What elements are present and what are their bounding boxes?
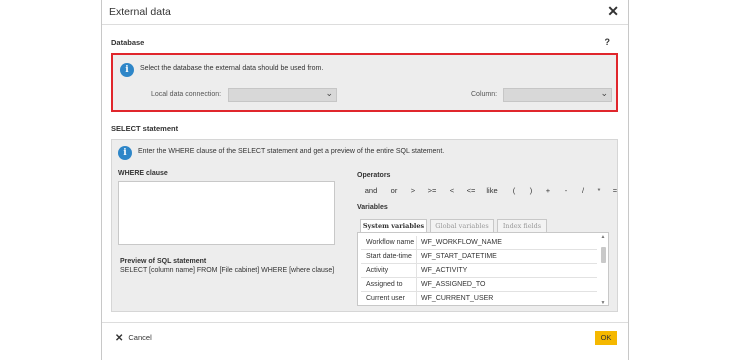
- column-label: Column:: [471, 91, 498, 98]
- scroll-up-icon[interactable]: ▲: [600, 234, 606, 240]
- variable-row[interactable]: Assigned to WF_ASSIGNED_TO: [361, 278, 597, 292]
- close-icon: ✕: [115, 333, 124, 344]
- operator-plus[interactable]: +: [546, 186, 550, 195]
- variable-name: Assigned to: [366, 281, 403, 288]
- select-statement-section-label: SELECT statement: [111, 124, 179, 133]
- variable-row[interactable]: Activity WF_ACTIVITY: [361, 264, 597, 278]
- local-data-connection-select[interactable]: ⌄: [228, 88, 337, 102]
- scroll-down-icon[interactable]: ▼: [600, 300, 606, 306]
- operator-minus[interactable]: -: [565, 186, 568, 195]
- operators-bar: and or > >= < <= like ( ) + - / * =: [357, 186, 617, 198]
- database-info-text: Select the database the external data sh…: [140, 65, 324, 72]
- scrollbar-thumb[interactable]: [601, 247, 606, 263]
- operator-open-paren[interactable]: (: [513, 186, 516, 195]
- cancel-button[interactable]: ✕ Cancel: [115, 333, 152, 344]
- variable-name: Workflow name: [366, 239, 415, 246]
- local-data-connection-label: Local data connection:: [151, 91, 222, 98]
- operator-like[interactable]: like: [486, 186, 497, 195]
- close-icon[interactable]: ✕: [607, 3, 619, 20]
- variable-name: Start date-time: [366, 253, 412, 260]
- variable-row[interactable]: Start date-time WF_START_DATETIME: [361, 250, 597, 264]
- tab-index-fields[interactable]: Index fields: [497, 219, 547, 233]
- variable-value: WF_START_DATETIME: [421, 253, 497, 260]
- cancel-label: Cancel: [128, 333, 152, 342]
- database-panel: i Select the database the external data …: [111, 53, 618, 112]
- column-select[interactable]: ⌄: [503, 88, 612, 102]
- variable-value: WF_ASSIGNED_TO: [421, 281, 486, 288]
- operator-and[interactable]: and: [365, 186, 378, 195]
- ok-button[interactable]: OK: [595, 331, 617, 345]
- operators-label: Operators: [357, 172, 391, 179]
- database-section-label: Database: [111, 38, 145, 47]
- select-statement-panel: i Enter the WHERE clause of the SELECT s…: [111, 139, 618, 312]
- tab-global-variables[interactable]: Global variables: [430, 219, 494, 233]
- variables-list: Workflow name WF_WORKFLOW_NAME Start dat…: [357, 232, 609, 306]
- where-clause-input[interactable]: [118, 181, 335, 245]
- info-icon: i: [118, 146, 132, 160]
- external-data-dialog: External data ✕ Database ? i Select the …: [101, 0, 629, 360]
- info-icon: i: [120, 63, 134, 77]
- operator-greater[interactable]: >: [411, 186, 415, 195]
- operator-or[interactable]: or: [391, 186, 398, 195]
- variable-name: Activity: [366, 267, 389, 274]
- column-divider: [416, 292, 417, 305]
- variable-row[interactable]: Workflow name WF_WORKFLOW_NAME: [361, 236, 597, 250]
- dialog-title: External data: [109, 6, 171, 18]
- operator-multiply[interactable]: *: [598, 186, 601, 195]
- help-icon[interactable]: ?: [605, 37, 611, 47]
- variable-value: WF_WORKFLOW_NAME: [421, 239, 502, 246]
- footer-divider: [102, 322, 628, 323]
- variable-name: Current user: [366, 295, 405, 302]
- operator-less[interactable]: <: [450, 186, 454, 195]
- column-divider: [416, 250, 417, 263]
- select-info-text: Enter the WHERE clause of the SELECT sta…: [138, 148, 445, 155]
- operator-divide[interactable]: /: [582, 186, 584, 195]
- variables-scrollbar[interactable]: ▲ ▼: [600, 234, 606, 306]
- preview-label: Preview of SQL statement: [120, 258, 207, 265]
- title-divider: [102, 24, 628, 25]
- chevron-down-icon: ⌄: [600, 88, 608, 98]
- column-divider: [416, 236, 417, 249]
- preview-sql-text: SELECT [column name] FROM [File cabinet]…: [120, 267, 335, 274]
- chevron-down-icon: ⌄: [325, 88, 333, 98]
- column-divider: [416, 278, 417, 291]
- tab-system-variables[interactable]: System variables: [360, 219, 427, 233]
- variables-label: Variables: [357, 204, 388, 211]
- where-clause-label: WHERE clause: [118, 170, 168, 177]
- operator-close-paren[interactable]: ): [530, 186, 533, 195]
- variable-row[interactable]: Current user WF_CURRENT_USER: [361, 292, 597, 306]
- operator-less-equal[interactable]: <=: [467, 186, 476, 195]
- operator-greater-equal[interactable]: >=: [428, 186, 437, 195]
- column-divider: [416, 264, 417, 277]
- variable-value: WF_ACTIVITY: [421, 267, 468, 274]
- variable-value: WF_CURRENT_USER: [421, 295, 494, 302]
- operator-equals[interactable]: =: [613, 186, 617, 195]
